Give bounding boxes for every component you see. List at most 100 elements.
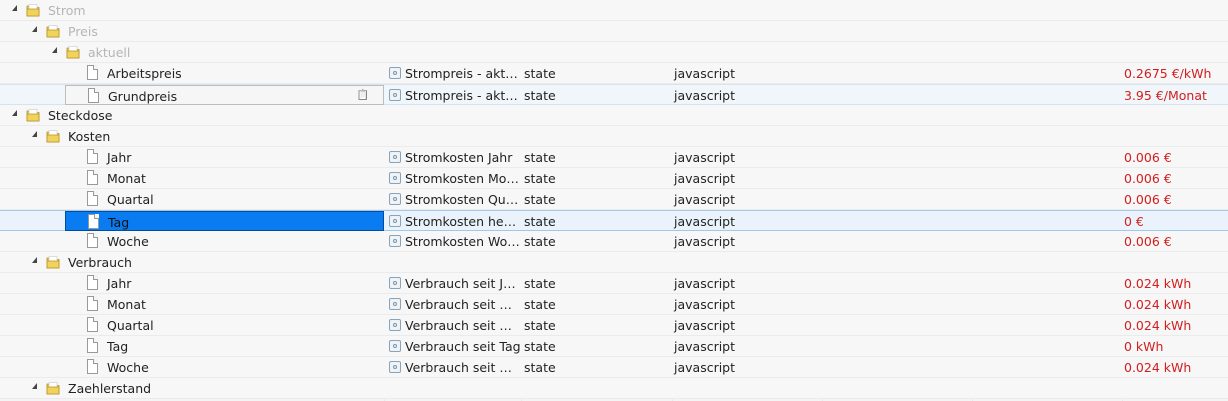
- expanded-triangle-icon[interactable]: [32, 383, 37, 389]
- tree-state-row[interactable]: Woche Verbrauch seit Wochestate javascript…: [0, 357, 1228, 378]
- file-icon: [87, 317, 98, 332]
- tree-state-row[interactable]: Tag Verbrauch seit Tag state javascript 0 kW…: [0, 336, 1228, 357]
- state-name-cell: Verbrauch seit Tag: [405, 339, 521, 354]
- state-adapter-cell: javascript: [674, 150, 736, 165]
- tree-node-name-cell[interactable]: Woche: [65, 231, 384, 251]
- tree-node-label: Zaehlerstand: [68, 381, 152, 396]
- state-value-cell[interactable]: 0.024 kWh: [1124, 297, 1191, 312]
- state-adapter-cell: javascript: [674, 234, 736, 249]
- state-role-cell: state: [524, 318, 556, 333]
- file-icon: [87, 191, 98, 206]
- state-type-icon: [389, 172, 401, 184]
- state-value-cell[interactable]: 0.024 kWh: [1124, 276, 1191, 291]
- state-type-icon: [389, 67, 401, 79]
- state-role-cell: state: [524, 214, 556, 229]
- tree-node-label: Grundpreis: [108, 89, 178, 104]
- tree-state-row[interactable]: Jahr Stromkosten Jahr state javascript 0.006…: [0, 147, 1228, 168]
- state-value-cell[interactable]: 0.006 €: [1124, 150, 1172, 165]
- tree-node-label: Monat: [107, 297, 146, 312]
- tree-node-label: Quartal: [107, 318, 154, 333]
- state-value-cell[interactable]: 0.024 kWh: [1124, 360, 1191, 375]
- file-icon: [88, 88, 99, 103]
- file-icon: [87, 65, 98, 80]
- tree-node-name-cell[interactable]: Tag: [65, 336, 384, 356]
- state-name-cell: Verbrauch seit Monat: [405, 297, 521, 312]
- file-icon: [88, 214, 99, 229]
- tree-node-name-cell[interactable]: Quartal: [65, 315, 384, 335]
- expanded-triangle-icon[interactable]: [12, 5, 17, 11]
- file-icon: [87, 359, 98, 374]
- tree-state-row[interactable]: Jahr Verbrauch seit Jahr state javascript 0.…: [0, 273, 1228, 294]
- tree-node-name-cell[interactable]: Monat: [65, 294, 384, 314]
- tree-folder-row[interactable]: Zaehlerstand: [0, 378, 1228, 399]
- state-value-cell[interactable]: 0.2675 €/kWh: [1124, 66, 1211, 81]
- tree-state-row[interactable]: Quartal Verbrauch seit Quartalstate javasc…: [0, 315, 1228, 336]
- state-value-cell[interactable]: 0.006 €: [1124, 192, 1172, 207]
- state-value-cell[interactable]: 0 €: [1124, 214, 1144, 229]
- folder-icon: [46, 24, 60, 38]
- state-role-cell: state: [524, 192, 556, 207]
- state-name-cell: Stromkosten Monat: [405, 171, 521, 186]
- tree-node-name-cell[interactable]: Arbeitspreis: [65, 63, 384, 83]
- tree-node-label: Strom: [48, 3, 86, 18]
- tree-state-row[interactable]: Quartal Stromkosten Quartalstate javascrip…: [0, 189, 1228, 210]
- state-type-icon: [389, 215, 401, 227]
- clipboard-icon[interactable]: 📋: [357, 90, 369, 101]
- tree-node-name-cell[interactable]: Jahr: [65, 273, 384, 293]
- state-adapter-cell: javascript: [674, 171, 736, 186]
- file-icon: [87, 338, 98, 353]
- tree-node-name-cell[interactable]: Woche: [65, 357, 384, 377]
- tree-state-row[interactable]: Woche Stromkosten Woche state javascript 0.0…: [0, 231, 1228, 252]
- tree-state-row[interactable]: Monat Verbrauch seit Monatstate javascript…: [0, 294, 1228, 315]
- state-role-cell: state: [524, 234, 556, 249]
- state-name-cell: Verbrauch seit Quartal: [405, 318, 521, 333]
- state-value-cell[interactable]: 0.006 €: [1124, 234, 1172, 249]
- tree-folder-row[interactable]: Steckdose: [0, 105, 1228, 126]
- state-value-cell[interactable]: 0.024 kWh: [1124, 318, 1191, 333]
- state-name-cell: Stromkosten Jahr: [405, 150, 513, 165]
- file-icon: [87, 170, 98, 185]
- tree-folder-row[interactable]: Verbrauch: [0, 252, 1228, 273]
- state-name-cell: Strompreis - aktuell Arbeitspreis: [405, 66, 521, 81]
- expanded-triangle-icon[interactable]: [32, 257, 37, 263]
- tree-state-row[interactable]: Grundpreis 📋 Strompreis - aktuell Grundpre…: [0, 84, 1228, 105]
- tree-node-name-cell[interactable]: Quartal: [65, 189, 384, 209]
- expanded-triangle-icon[interactable]: [32, 26, 37, 32]
- state-type-icon: [389, 235, 401, 247]
- state-adapter-cell: javascript: [674, 318, 736, 333]
- state-name-cell: Strompreis - aktuell Grundpreis: [405, 88, 521, 103]
- tree-node-name-cell[interactable]: Monat: [65, 168, 384, 188]
- tree-node-name-cell[interactable]: Tag: [65, 211, 384, 231]
- tree-node-label: Woche: [107, 234, 149, 249]
- tree-node-name-cell[interactable]: Grundpreis 📋: [65, 85, 384, 105]
- state-adapter-cell: javascript: [674, 297, 736, 312]
- tree-state-row[interactable]: Arbeitspreis Strompreis - aktuell Arbeits…: [0, 63, 1228, 84]
- file-icon: [87, 296, 98, 311]
- state-value-cell[interactable]: 0.006 €: [1124, 171, 1172, 186]
- tree-folder-row[interactable]: aktuell: [0, 42, 1228, 63]
- tree-folder-row[interactable]: Strom: [0, 0, 1228, 21]
- state-type-icon: [389, 151, 401, 163]
- state-role-cell: state: [524, 150, 556, 165]
- state-adapter-cell: javascript: [674, 339, 736, 354]
- tree-node-label: Steckdose: [48, 108, 113, 123]
- state-value-cell[interactable]: 3.95 €/Monat: [1124, 88, 1207, 103]
- tree-node-name-cell[interactable]: Jahr: [65, 147, 384, 167]
- state-type-icon: [389, 319, 401, 331]
- tree-folder-row[interactable]: Preis: [0, 21, 1228, 42]
- expanded-triangle-icon[interactable]: [52, 47, 57, 53]
- state-value-cell[interactable]: 0 kWh: [1124, 339, 1163, 354]
- tree-state-row[interactable]: Tag Stromkosten heute state javascript 0 €: [0, 210, 1228, 231]
- state-adapter-cell: javascript: [674, 360, 736, 375]
- state-adapter-cell: javascript: [674, 276, 736, 291]
- expanded-triangle-icon[interactable]: [12, 110, 17, 116]
- tree-state-row[interactable]: Monat Stromkosten Monat state javascript 0.0…: [0, 168, 1228, 189]
- tree-folder-row[interactable]: Kosten: [0, 126, 1228, 147]
- state-role-cell: state: [524, 66, 556, 81]
- tree-node-label: Woche: [107, 360, 149, 375]
- tree-node-label: Arbeitspreis: [107, 66, 182, 81]
- state-adapter-cell: javascript: [674, 66, 736, 81]
- tree-node-label: Preis: [68, 24, 98, 39]
- expanded-triangle-icon[interactable]: [32, 131, 37, 137]
- tree-node-label: Jahr: [107, 276, 132, 291]
